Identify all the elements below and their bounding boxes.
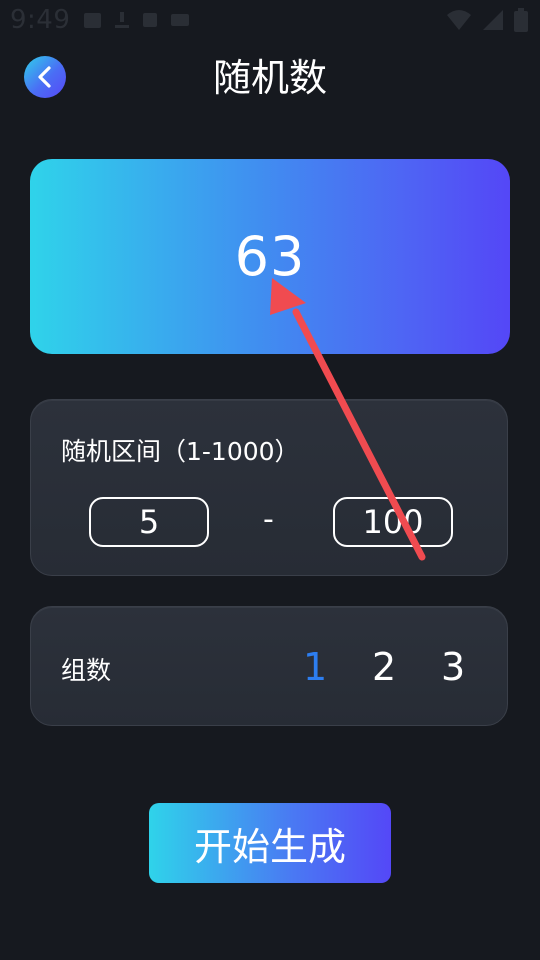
group-option-3[interactable]: 3 (441, 645, 465, 689)
a-icon (143, 13, 158, 27)
range-max-input[interactable]: 100 (333, 497, 453, 547)
range-label: 随机区间（1-1000） (61, 437, 300, 466)
range-panel: 随机区间（1-1000） 5 - 100 (30, 399, 508, 576)
wifi-icon (447, 10, 471, 30)
random-number-screen: 9:49 随机数 63 随机区间（1-1000） 5 - 100 组数 1 2 … (0, 0, 540, 960)
range-separator: - (263, 502, 274, 537)
battery-icon (514, 8, 528, 32)
keyboard-icon (171, 14, 190, 26)
range-min-input[interactable]: 5 (89, 497, 209, 547)
status-time: 9:49 (10, 5, 71, 35)
status-bar: 9:49 (0, 0, 540, 40)
notification-icons (84, 12, 190, 28)
generate-button[interactable]: 开始生成 (149, 803, 391, 883)
signal-icon (483, 10, 503, 30)
group-option-2[interactable]: 2 (372, 645, 396, 689)
result-card: 63 (30, 159, 510, 354)
group-option-1[interactable]: 1 (303, 645, 327, 689)
image-icon (84, 12, 102, 28)
download-icon (115, 12, 130, 28)
system-icons (446, 8, 528, 32)
page-title: 随机数 (212, 56, 327, 100)
groups-label: 组数 (61, 656, 112, 685)
result-value: 63 (234, 225, 306, 288)
groups-panel: 组数 1 2 3 (30, 606, 508, 726)
